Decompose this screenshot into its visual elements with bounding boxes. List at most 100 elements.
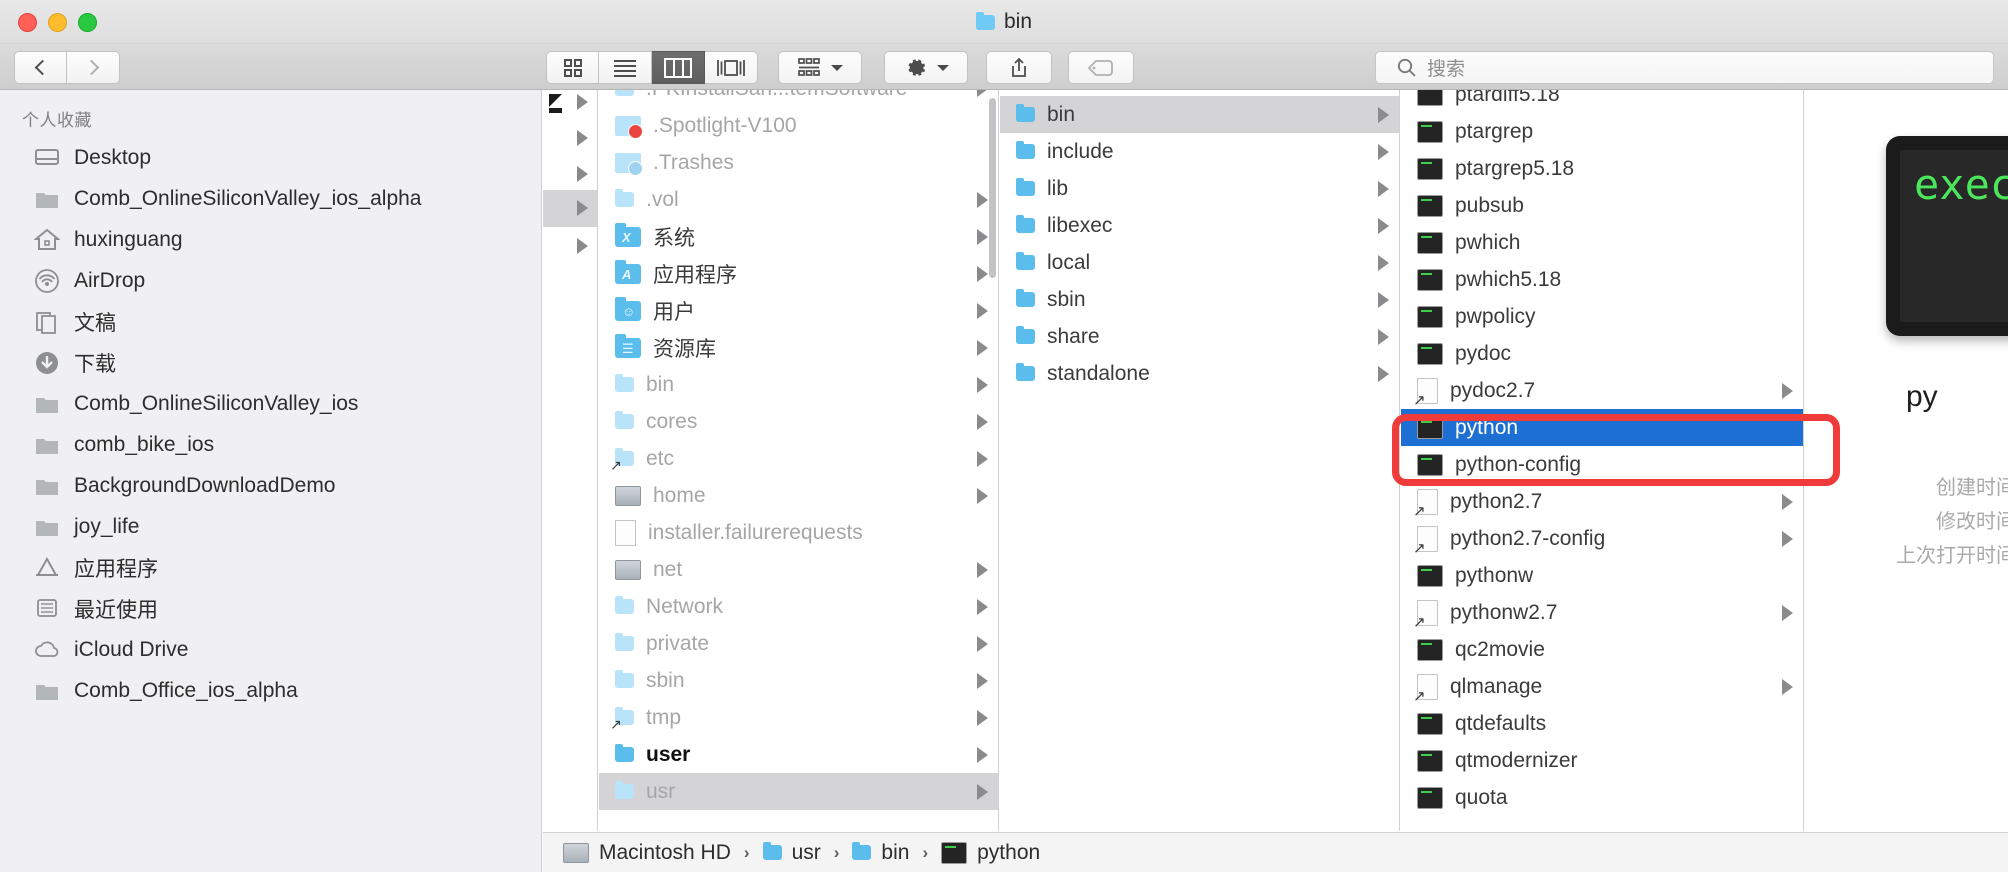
column-view-button[interactable] <box>652 51 705 84</box>
disclosure-triangle-icon[interactable] <box>977 783 988 800</box>
action-menu-button[interactable] <box>884 51 968 84</box>
column-row[interactable]: lib <box>1000 170 1399 207</box>
column-row[interactable]: private <box>599 625 998 662</box>
disclosure-triangle-icon[interactable] <box>977 376 988 393</box>
disclosure-triangle-icon[interactable] <box>1378 143 1389 160</box>
column-row[interactable]: standalone <box>1000 355 1399 392</box>
disclosure-triangle[interactable] <box>577 94 588 110</box>
disclosure-triangle-icon[interactable] <box>977 672 988 689</box>
disclosure-triangle-icon[interactable] <box>1782 678 1793 695</box>
column-row[interactable]: installer.failurerequests <box>599 514 998 551</box>
back-button[interactable] <box>14 51 67 84</box>
disclosure-triangle-icon[interactable] <box>977 413 988 430</box>
column-row[interactable]: libexec <box>1000 207 1399 244</box>
column-row[interactable]: pythonw <box>1401 557 1803 594</box>
disclosure-triangle[interactable] <box>577 166 588 182</box>
sidebar-item-[interactable]: 下载 <box>0 342 541 383</box>
disclosure-triangle-icon[interactable] <box>1378 254 1389 271</box>
column-row[interactable]: .Spotlight-V100 <box>599 107 998 144</box>
column-row[interactable]: quota <box>1401 779 1803 816</box>
column-macintosh-hd[interactable]: .PKInstallSan...temSoftware .Spotlight-V1… <box>599 90 999 831</box>
disclosure-triangle-icon[interactable] <box>977 598 988 615</box>
column-row[interactable]: python2.7-config <box>1401 520 1803 557</box>
sidebar-item-desktop[interactable]: Desktop <box>0 137 541 178</box>
column-row[interactable]: .vol <box>599 181 998 218</box>
sidebar-item-joy-life[interactable]: joy_life <box>0 506 541 547</box>
path-item-usr[interactable]: usr <box>762 841 821 865</box>
sidebar-item-icloud-drive[interactable]: iCloud Drive <box>0 629 541 670</box>
column-row[interactable]: ptargrep <box>1401 113 1803 150</box>
sidebar-item-huxinguang[interactable]: huxinguang <box>0 219 541 260</box>
column-row[interactable]: X 系统 <box>599 218 998 255</box>
column-scrollbar[interactable] <box>989 98 996 278</box>
path-item-bin[interactable]: bin <box>852 841 909 865</box>
column-row[interactable]: sbin <box>599 662 998 699</box>
column-row[interactable]: user <box>599 736 998 773</box>
selected-strip-row[interactable] <box>543 190 597 227</box>
column-row[interactable]: qlmanage <box>1401 668 1803 705</box>
column-row[interactable]: ptardiff5.18 <box>1401 90 1803 113</box>
disclosure-triangle-icon[interactable] <box>1782 493 1793 510</box>
list-view-button[interactable] <box>599 51 652 84</box>
disclosure-triangle-icon[interactable] <box>977 709 988 726</box>
sidebar-item-airdrop[interactable]: AirDrop <box>0 260 541 301</box>
disclosure-triangle-icon[interactable] <box>977 302 988 319</box>
share-button[interactable] <box>986 51 1052 84</box>
column-row[interactable]: python <box>1401 409 1803 446</box>
column-row[interactable]: include <box>1000 133 1399 170</box>
column-row[interactable]: pubsub <box>1401 187 1803 224</box>
search-field[interactable]: 搜索 <box>1375 51 1994 84</box>
path-item-macintosh-hd[interactable]: Macintosh HD <box>563 841 731 865</box>
column-row[interactable]: pwhich <box>1401 224 1803 261</box>
column-row[interactable]: qtmodernizer <box>1401 742 1803 779</box>
sidebar-item-comb-onlinesiliconvalley-ios-alpha[interactable]: Comb_OnlineSiliconValley_ios_alpha <box>0 178 541 219</box>
disclosure-triangle-icon[interactable] <box>977 746 988 763</box>
tag-button[interactable] <box>1068 51 1134 84</box>
disclosure-triangle-icon[interactable] <box>1782 530 1793 547</box>
column-row[interactable]: pwhich5.18 <box>1401 261 1803 298</box>
disclosure-triangle-icon[interactable] <box>977 265 988 282</box>
column-row[interactable]: qtdefaults <box>1401 705 1803 742</box>
column-row[interactable]: ↗ etc <box>599 440 998 477</box>
arrange-button[interactable] <box>778 51 862 84</box>
column-row[interactable]: net <box>599 551 998 588</box>
icon-view-button[interactable] <box>546 51 599 84</box>
disclosure-triangle-icon[interactable] <box>977 450 988 467</box>
sidebar-item-backgrounddownloaddemo[interactable]: BackgroundDownloadDemo <box>0 465 541 506</box>
column-row[interactable]: usr <box>599 773 998 810</box>
sidebar-item-[interactable]: 应用程序 <box>0 547 541 588</box>
disclosure-triangle-icon[interactable] <box>1378 217 1389 234</box>
column-row[interactable]: qc2movie <box>1401 631 1803 668</box>
disclosure-triangle-icon[interactable] <box>977 191 988 208</box>
disclosure-triangle-icon[interactable] <box>1378 291 1389 308</box>
disclosure-triangle[interactable] <box>577 130 588 146</box>
forward-button[interactable] <box>67 51 120 84</box>
path-item-python[interactable]: python <box>941 841 1040 865</box>
disclosure-triangle-icon[interactable] <box>977 339 988 356</box>
column-row[interactable]: ↗ tmp <box>599 699 998 736</box>
sidebar-item-comb-bike-ios[interactable]: comb_bike_ios <box>0 424 541 465</box>
disclosure-triangle-icon[interactable] <box>977 635 988 652</box>
gallery-view-button[interactable] <box>705 51 758 84</box>
column-row[interactable]: local <box>1000 244 1399 281</box>
column-row[interactable]: share <box>1000 318 1399 355</box>
sidebar-item-comb-office-ios-alpha[interactable]: Comb_Office_ios_alpha <box>0 670 541 711</box>
column-row[interactable]: .PKInstallSan...temSoftware <box>599 90 998 107</box>
column-row[interactable]: Network <box>599 588 998 625</box>
column-row[interactable]: ptargrep5.18 <box>1401 150 1803 187</box>
column-row[interactable]: bin <box>599 366 998 403</box>
column-row[interactable]: bin <box>1000 96 1399 133</box>
column-row[interactable]: home <box>599 477 998 514</box>
disclosure-triangle[interactable] <box>577 238 588 254</box>
disclosure-triangle-icon[interactable] <box>977 90 988 97</box>
column-row[interactable]: pydoc2.7 <box>1401 372 1803 409</box>
disclosure-triangle-icon[interactable] <box>1378 106 1389 123</box>
column-row[interactable]: ☰ 资源库 <box>599 329 998 366</box>
disclosure-triangle-icon[interactable] <box>1782 604 1793 621</box>
disclosure-triangle-icon[interactable] <box>1782 382 1793 399</box>
column-row[interactable]: .Trashes <box>599 144 998 181</box>
column-bin[interactable]: ptardiff5.18 ptargrep ptargrep5.18 pubsub pw… <box>1401 90 1804 831</box>
disclosure-triangle-icon[interactable] <box>1378 365 1389 382</box>
disclosure-triangle-icon[interactable] <box>977 228 988 245</box>
column-scroll-strip[interactable] <box>543 90 598 831</box>
